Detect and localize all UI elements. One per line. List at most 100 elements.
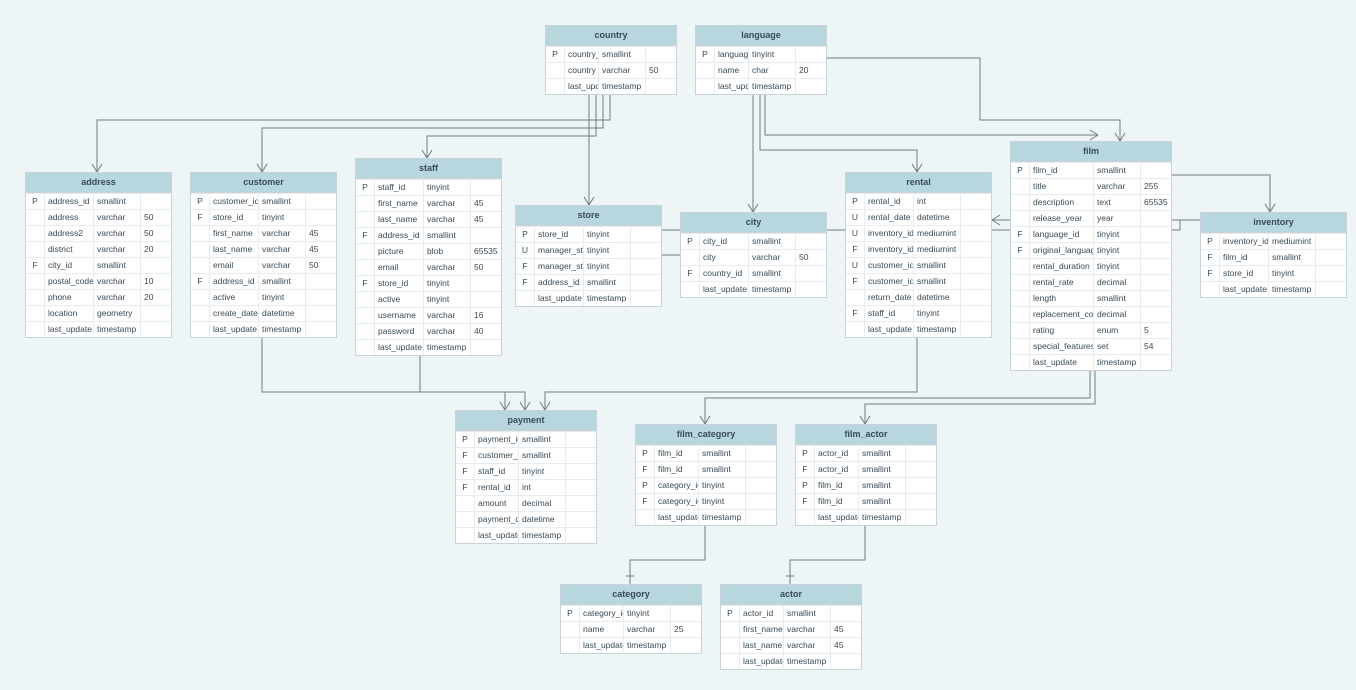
entity-rental[interactable]: rentalPrental_idint Urental_datedatetime… [845,172,992,338]
entity-film_actor[interactable]: film_actorPactor_idsmallint Factor_idsma… [795,424,937,526]
column-row[interactable]: districtvarchar20 [26,241,171,257]
column-row[interactable]: special_featuresset54 [1011,338,1171,354]
column-row[interactable]: Fcategory_idtinyint [636,493,776,509]
column-row[interactable]: Fstaff_idtinyint [456,463,596,479]
column-row[interactable]: Ffilm_idsmallint [1201,249,1346,265]
column-row[interactable]: Pcity_idsmallint [681,233,826,249]
column-row[interactable]: Foriginal_language_idtinyint [1011,242,1171,258]
column-row[interactable]: Fcity_idsmallint [26,257,171,273]
column-row[interactable]: Pfilm_idsmallint [796,477,936,493]
column-row[interactable]: Fstore_idtinyint [356,275,501,291]
column-row[interactable]: countryvarchar50 [546,62,676,78]
column-row[interactable]: Ppayment_idsmallint [456,431,596,447]
column-row[interactable]: last_updatetimestamp [1011,354,1171,370]
column-row[interactable]: Pactor_idsmallint [796,445,936,461]
entity-address[interactable]: addressPaddress_idsmallint addressvarcha… [25,172,172,338]
column-row[interactable]: Pstore_idtinyint [516,226,661,242]
column-row[interactable]: Fcustomer_idsmallint [846,273,991,289]
entity-film_category[interactable]: film_categoryPfilm_idsmallint Ffilm_idsm… [635,424,777,526]
column-row[interactable]: payment_datedatetime [456,511,596,527]
column-row[interactable]: locationgeometry [26,305,171,321]
column-row[interactable]: Fcountry_idsmallint [681,265,826,281]
column-row[interactable]: Faddress_idsmallint [191,273,336,289]
column-row[interactable]: emailvarchar50 [356,259,501,275]
entity-city[interactable]: cityPcity_idsmallint cityvarchar50Fcount… [680,212,827,298]
column-row[interactable]: last_updatetimestamp [636,509,776,525]
column-row[interactable]: Prental_idint [846,193,991,209]
column-row[interactable]: activetinyint [191,289,336,305]
column-row[interactable]: last_namevarchar45 [721,637,861,653]
column-row[interactable]: activetinyint [356,291,501,307]
column-row[interactable]: descriptiontext65535 [1011,194,1171,210]
column-row[interactable]: Ffilm_idsmallint [636,461,776,477]
column-row[interactable]: last_updatetimestamp [516,290,661,306]
column-row[interactable]: Frental_idint [456,479,596,495]
column-row[interactable]: first_namevarchar45 [721,621,861,637]
column-row[interactable]: Pcategory_idtinyint [636,477,776,493]
entity-actor[interactable]: actorPactor_idsmallint first_namevarchar… [720,584,862,670]
column-row[interactable]: last_namevarchar45 [356,211,501,227]
column-row[interactable]: emailvarchar50 [191,257,336,273]
column-row[interactable]: last_updatetimestamp [26,321,171,337]
column-row[interactable]: Pcustomer_idsmallint [191,193,336,209]
column-row[interactable]: postal_codevarchar10 [26,273,171,289]
column-row[interactable]: last_updatetimestamp [846,321,991,337]
entity-store[interactable]: storePstore_idtinyint Umanager_staff_idt… [515,205,662,307]
column-row[interactable]: Uinventory_idmediumint [846,225,991,241]
column-row[interactable]: last_updatetimestamp [796,509,936,525]
column-row[interactable]: Pfilm_idsmallint [1011,162,1171,178]
column-row[interactable]: first_namevarchar45 [356,195,501,211]
column-row[interactable]: Fmanager_staff_idtinyint [516,258,661,274]
column-row[interactable]: Flanguage_idtinyint [1011,226,1171,242]
column-row[interactable]: passwordvarchar40 [356,323,501,339]
column-row[interactable]: Factor_idsmallint [796,461,936,477]
entity-payment[interactable]: paymentPpayment_idsmallint Fcustomer_ids… [455,410,597,544]
column-row[interactable]: rental_ratedecimal [1011,274,1171,290]
column-row[interactable]: Pinventory_idmediumint [1201,233,1346,249]
column-row[interactable]: last_updatetimestamp [191,321,336,337]
column-row[interactable]: Fstaff_idtinyint [846,305,991,321]
column-row[interactable]: return_datedatetime [846,289,991,305]
column-row[interactable]: last_namevarchar45 [191,241,336,257]
column-row[interactable]: Umanager_staff_idtinyint [516,242,661,258]
column-row[interactable]: Ucustomer_idsmallint [846,257,991,273]
entity-customer[interactable]: customerPcustomer_idsmallint Fstore_idti… [190,172,337,338]
column-row[interactable]: Ffilm_idsmallint [796,493,936,509]
column-row[interactable]: Pfilm_idsmallint [636,445,776,461]
column-row[interactable]: pictureblob65535 [356,243,501,259]
column-row[interactable]: Finventory_idmediumint [846,241,991,257]
column-row[interactable]: phonevarchar20 [26,289,171,305]
column-row[interactable]: last_updatetimestamp [456,527,596,543]
entity-film[interactable]: filmPfilm_idsmallint titlevarchar255desc… [1010,141,1172,371]
column-row[interactable]: Pcountry_idsmallint [546,46,676,62]
column-row[interactable]: last_updatetimestamp [681,281,826,297]
column-row[interactable]: release_yearyear [1011,210,1171,226]
column-row[interactable]: create_datedatetime [191,305,336,321]
column-row[interactable]: addressvarchar50 [26,209,171,225]
entity-country[interactable]: countryPcountry_idsmallint countryvarcha… [545,25,677,95]
column-row[interactable]: lengthsmallint [1011,290,1171,306]
column-row[interactable]: titlevarchar255 [1011,178,1171,194]
column-row[interactable]: amountdecimal [456,495,596,511]
column-row[interactable]: address2varchar50 [26,225,171,241]
column-row[interactable]: Planguage_idtinyint [696,46,826,62]
column-row[interactable]: cityvarchar50 [681,249,826,265]
column-row[interactable]: Pstaff_idtinyint [356,179,501,195]
column-row[interactable]: namechar20 [696,62,826,78]
column-row[interactable]: rental_durationtinyint [1011,258,1171,274]
column-row[interactable]: Paddress_idsmallint [26,193,171,209]
column-row[interactable]: Fstore_idtinyint [191,209,336,225]
entity-inventory[interactable]: inventoryPinventory_idmediumint Ffilm_id… [1200,212,1347,298]
column-row[interactable]: last_updatetimestamp [696,78,826,94]
column-row[interactable]: Pcategory_idtinyint [561,605,701,621]
column-row[interactable]: Fcustomer_idsmallint [456,447,596,463]
column-row[interactable]: ratingenum5 [1011,322,1171,338]
column-row[interactable]: Fstore_idtinyint [1201,265,1346,281]
entity-language[interactable]: languagePlanguage_idtinyint namechar20la… [695,25,827,95]
column-row[interactable]: last_updatetimestamp [561,637,701,653]
column-row[interactable]: replacement_costdecimal [1011,306,1171,322]
column-row[interactable]: Urental_datedatetime [846,209,991,225]
entity-category[interactable]: categoryPcategory_idtinyint namevarchar2… [560,584,702,654]
column-row[interactable]: Pactor_idsmallint [721,605,861,621]
column-row[interactable]: namevarchar25 [561,621,701,637]
